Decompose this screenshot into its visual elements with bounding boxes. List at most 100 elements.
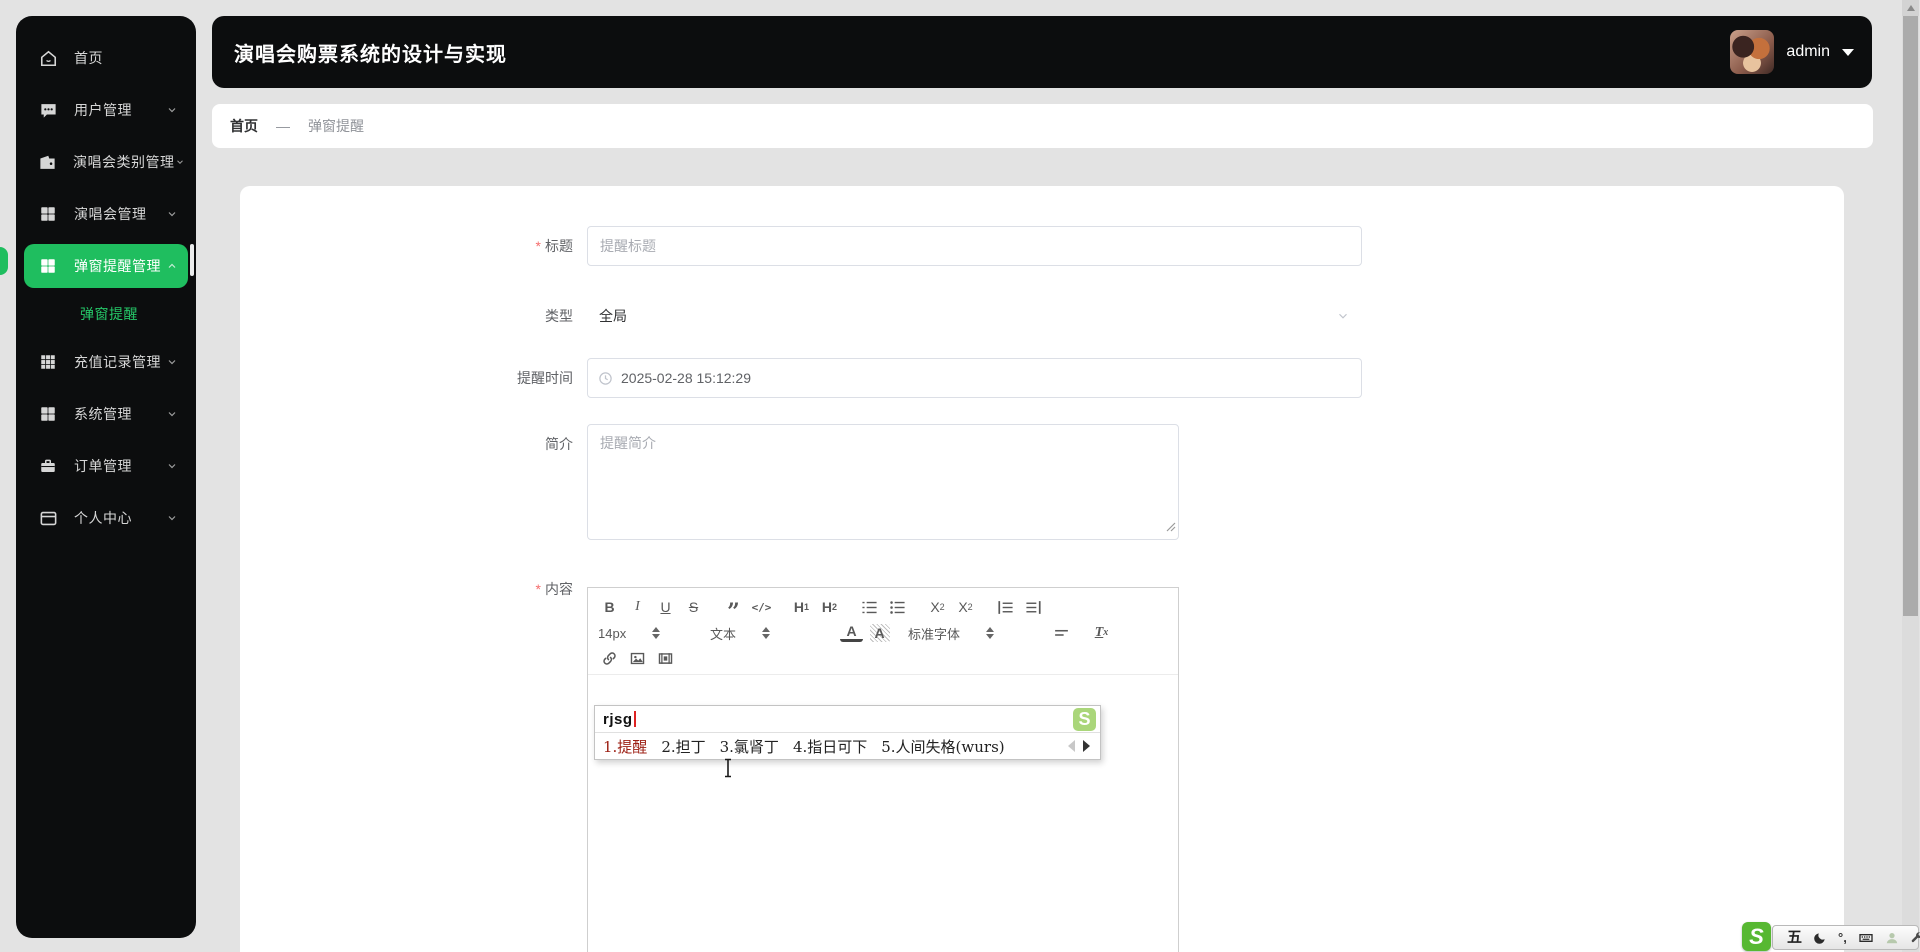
line-height-button[interactable]	[1050, 622, 1073, 644]
text-type-value: 文本	[710, 626, 737, 642]
sidebar-item-concert-mgmt[interactable]: 演唱会管理	[24, 192, 188, 236]
link-button[interactable]	[598, 647, 621, 669]
app-window: 首页 用户管理 演唱会类别管理 演唱会管理 弹窗提醒管理 弹窗提醒 充值记录管理…	[0, 0, 1920, 952]
chevron-down-icon	[1336, 309, 1350, 323]
sogou-logo-icon: S	[1073, 708, 1096, 731]
background-color-button[interactable]: A	[868, 622, 891, 644]
time-value: 2025-02-28 15:12:29	[621, 370, 751, 386]
ime-candidate[interactable]: 4.指日可下	[793, 736, 867, 757]
sidebar-item-label: 首页	[74, 50, 103, 66]
ime-candidate[interactable]: 2.担丁	[661, 736, 705, 757]
sidebar-item-popup-reminder-mgmt[interactable]: 弹窗提醒管理	[24, 244, 188, 288]
editor-content-area[interactable]: rjsg S 1.提醒 2.担丁 3.氯肾丁 4.指日可下 5.人间失格(wur…	[588, 675, 1178, 952]
user-menu[interactable]: admin	[1730, 16, 1854, 88]
scroll-up-button[interactable]	[1902, 0, 1919, 16]
intro-textarea[interactable]	[587, 424, 1179, 540]
sidebar-item-orders[interactable]: 订单管理	[24, 444, 188, 488]
sidebar-subitem-popup-reminder[interactable]: 弹窗提醒	[24, 295, 188, 333]
font-size-select[interactable]: 14px	[598, 626, 688, 641]
ime-candidate[interactable]: 1.提醒	[603, 736, 647, 757]
ime-prev-page-icon[interactable]	[1068, 740, 1075, 752]
punctuation-mode-button[interactable]: °,	[1838, 931, 1847, 944]
ime-candidate[interactable]: 5.人间失格(wurs)	[881, 736, 1004, 757]
heading2-button[interactable]: H2	[818, 596, 841, 618]
chat-icon	[38, 100, 58, 120]
grid-icon	[38, 404, 58, 424]
page-scrollbar[interactable]	[1902, 0, 1919, 952]
label-text: 提醒时间	[517, 370, 573, 386]
superscript-button[interactable]: X2	[954, 596, 977, 618]
moon-icon[interactable]	[1813, 931, 1827, 945]
spinner-icon	[986, 627, 995, 639]
sidebar-item-system-mgmt[interactable]: 系统管理	[24, 392, 188, 436]
resize-grip-icon[interactable]	[1166, 519, 1176, 537]
label-text: 标题	[545, 238, 573, 254]
sidebar-item-home[interactable]: 首页	[24, 36, 188, 80]
image-button[interactable]	[626, 647, 649, 669]
ime-next-page-icon[interactable]	[1083, 740, 1090, 752]
code-button[interactable]: </>	[750, 596, 773, 618]
chevron-up-icon	[166, 260, 178, 272]
chevron-down-icon	[166, 356, 178, 368]
header-bar: 演唱会购票系统的设计与实现 admin	[212, 16, 1872, 88]
sidebar-item-concert-category[interactable]: 演唱会类别管理	[24, 140, 188, 184]
video-button[interactable]	[654, 647, 677, 669]
text-type-select[interactable]: 文本	[710, 624, 818, 643]
sidebar-item-label: 演唱会类别管理	[73, 154, 175, 170]
blockquote-button[interactable]: ”	[722, 596, 745, 623]
title-field-label: * 标题	[240, 226, 573, 266]
avatar[interactable]	[1730, 30, 1775, 74]
indent-button[interactable]	[1022, 596, 1045, 618]
ime-pager	[1068, 740, 1092, 752]
ordered-list-button[interactable]	[858, 596, 881, 618]
sidebar-item-label: 用户管理	[74, 102, 132, 118]
label-text: 简介	[545, 436, 573, 452]
chevron-down-icon	[166, 208, 178, 220]
clear-format-button[interactable]: Tx	[1090, 622, 1113, 644]
chevron-down-icon	[166, 104, 178, 116]
keyboard-icon[interactable]	[1858, 930, 1874, 946]
wubi-mode-button[interactable]: 五	[1787, 930, 1802, 945]
sidebar-item-profile[interactable]: 个人中心	[24, 496, 188, 540]
page-title: 演唱会购票系统的设计与实现	[234, 43, 507, 66]
sidebar-item-recharge-records[interactable]: 充值记录管理	[24, 340, 188, 384]
sidebar-item-label: 弹窗提醒管理	[74, 258, 161, 274]
subscript-button[interactable]: X2	[926, 596, 949, 618]
chevron-down-icon	[166, 460, 178, 472]
type-select[interactable]: 全局	[587, 296, 1362, 336]
ime-caret	[633, 711, 636, 727]
grid-icon	[38, 256, 58, 276]
sidebar-item-label: 系统管理	[74, 406, 132, 422]
sidebar-item-users[interactable]: 用户管理	[24, 88, 188, 132]
active-menu-notch	[0, 247, 8, 275]
ime-composition-row: rjsg S	[595, 706, 1100, 733]
x-glyph: X	[958, 599, 968, 615]
sidebar-item-label: 订单管理	[74, 458, 132, 474]
sidebar-scroll-indicator[interactable]	[190, 244, 194, 276]
grid-icon	[38, 204, 58, 224]
font-family-select[interactable]: 标准字体	[908, 624, 1028, 643]
heading1-button[interactable]: H1	[790, 596, 813, 618]
underline-button[interactable]: U	[654, 596, 677, 618]
sidebar-item-label: 充值记录管理	[74, 354, 161, 370]
bold-button[interactable]: B	[598, 596, 621, 618]
label-text: 内容	[545, 581, 573, 597]
sogou-ime-logo[interactable]: S	[1742, 922, 1771, 951]
h-glyph: H	[793, 599, 805, 615]
time-picker[interactable]: 2025-02-28 15:12:29	[587, 358, 1362, 398]
font-color-button[interactable]: A	[840, 624, 863, 642]
strikethrough-button[interactable]: S	[682, 596, 705, 618]
spinner-icon	[652, 627, 661, 639]
title-input[interactable]	[587, 226, 1362, 266]
outdent-button[interactable]	[994, 596, 1017, 618]
wrench-icon[interactable]	[1910, 931, 1920, 945]
user-icon[interactable]	[1885, 931, 1899, 945]
time-field-label: 提醒时间	[240, 358, 573, 398]
ime-candidate[interactable]: 3.氯肾丁	[720, 736, 779, 757]
h-glyph: H	[821, 599, 833, 615]
unordered-list-button[interactable]	[886, 596, 909, 618]
breadcrumb-home[interactable]: 首页	[230, 116, 258, 136]
scrollbar-thumb[interactable]	[1903, 16, 1918, 616]
italic-button[interactable]: I	[626, 596, 649, 618]
ime-composition-text: rjsg	[603, 710, 633, 728]
